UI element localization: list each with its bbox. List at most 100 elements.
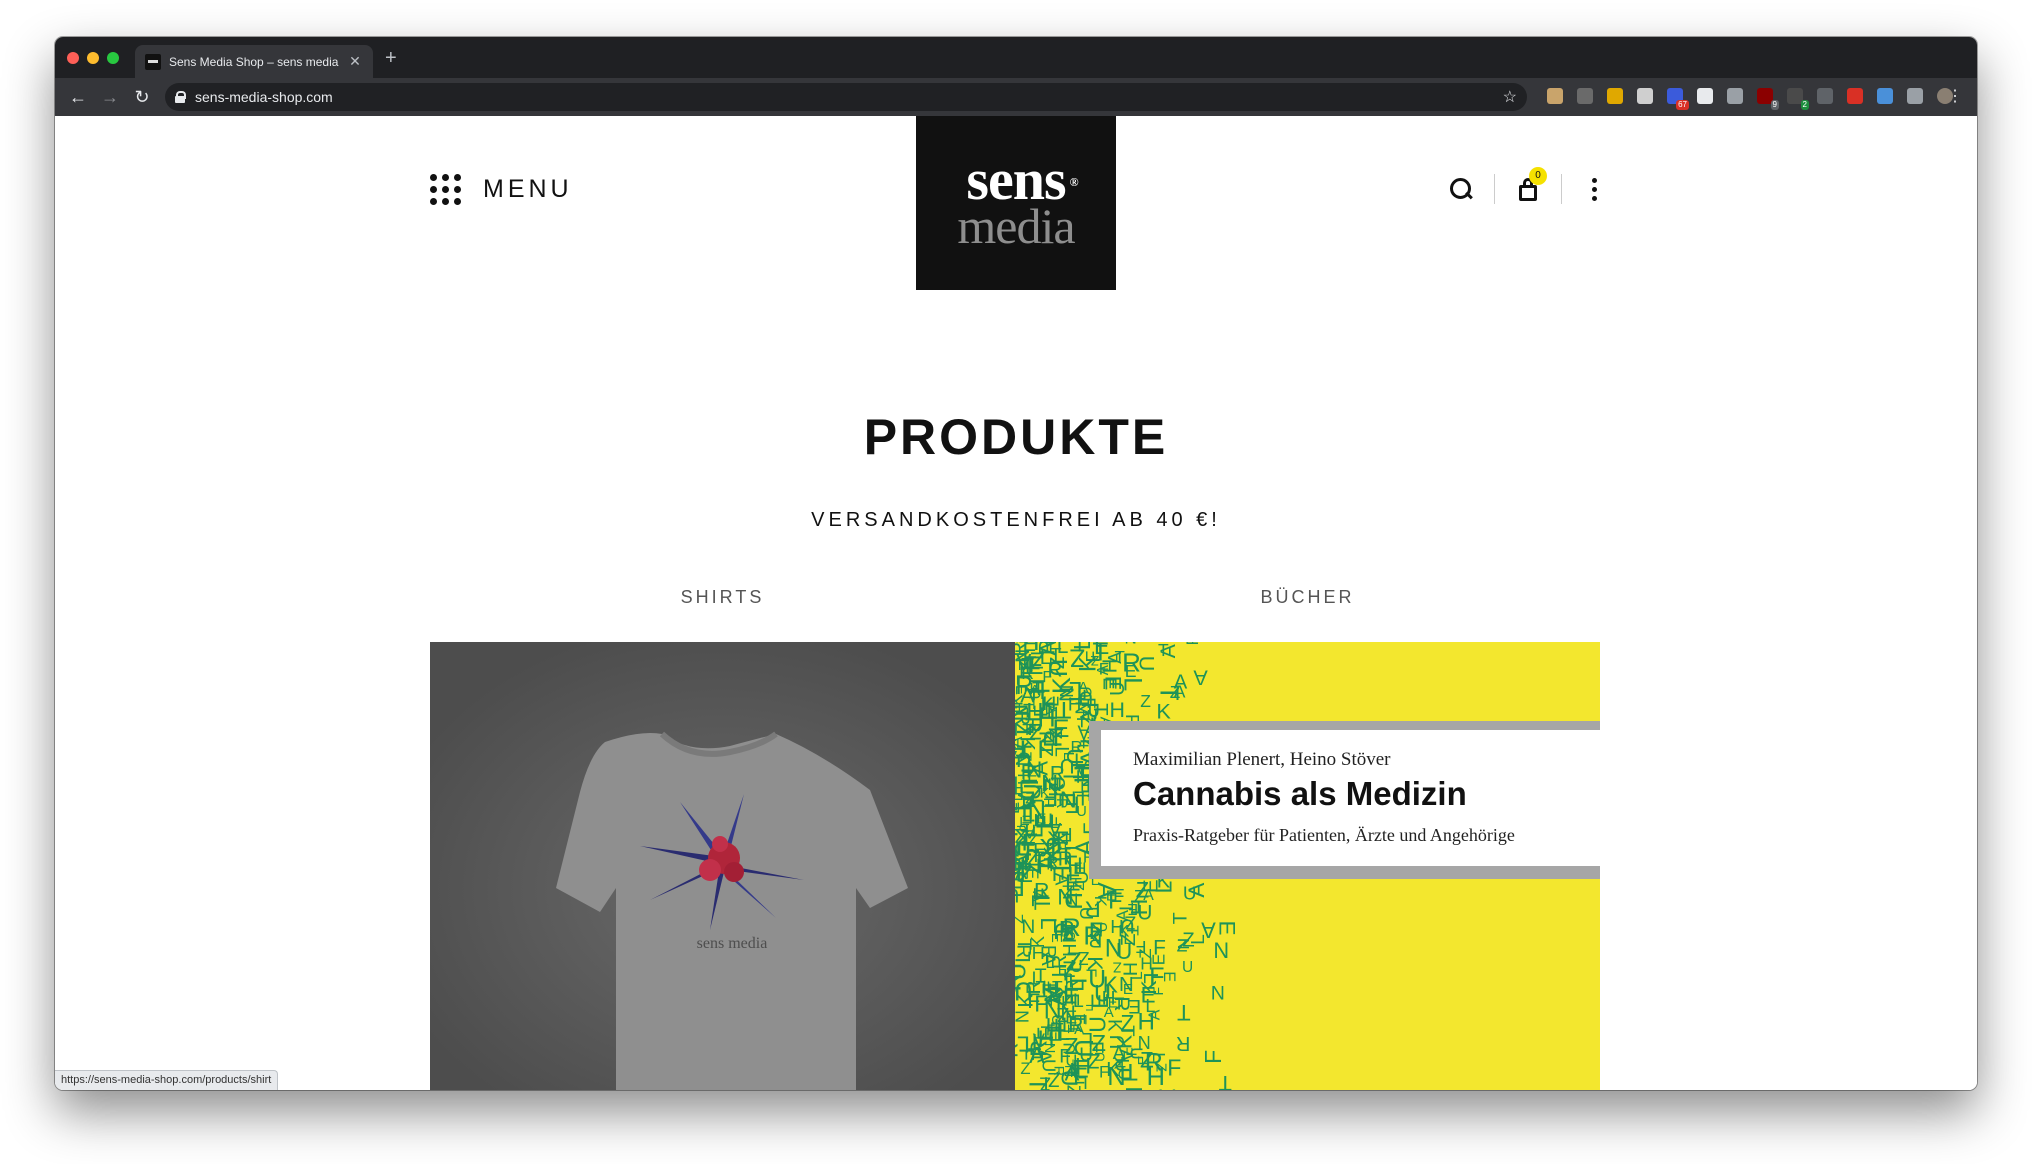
- address-bar[interactable]: sens-media-shop.com ☆: [165, 83, 1527, 111]
- letter-glyph: U: [1088, 967, 1106, 994]
- extension-11-icon[interactable]: [1847, 88, 1863, 104]
- letter-glyph: E: [1214, 921, 1239, 936]
- letter-glyph: R: [1183, 642, 1202, 645]
- product-tile-shirt[interactable]: sens media: [430, 642, 1015, 1090]
- letter-glyph: U: [1182, 959, 1193, 976]
- extension-9-icon[interactable]: 2: [1787, 88, 1809, 110]
- extension-3-icon[interactable]: [1607, 88, 1623, 104]
- letter-glyph: H: [1017, 768, 1042, 784]
- extension-1-icon[interactable]: [1547, 88, 1563, 104]
- letter-glyph: T: [1219, 1071, 1232, 1090]
- letter-glyph: E: [1015, 702, 1024, 713]
- cart-button[interactable]: 0: [1515, 167, 1547, 203]
- letter-glyph: Z: [1140, 691, 1151, 711]
- letter-glyph: R: [1145, 1049, 1163, 1077]
- letter-glyph: A: [1104, 1004, 1114, 1021]
- url-text[interactable]: sens-media-shop.com: [195, 89, 1503, 105]
- letter-glyph: U: [1120, 915, 1135, 938]
- extension-4-icon[interactable]: [1637, 88, 1653, 104]
- extension-7-icon[interactable]: [1727, 88, 1743, 104]
- divider: [1494, 174, 1495, 204]
- letter-glyph: U: [1126, 1047, 1146, 1060]
- forward-button[interactable]: →: [99, 86, 121, 108]
- extension-8-icon[interactable]: 9: [1757, 88, 1779, 110]
- letter-glyph: N: [1211, 981, 1225, 1003]
- extension-12-icon[interactable]: [1877, 88, 1893, 104]
- extension-6-icon[interactable]: [1697, 88, 1713, 104]
- letter-glyph: L: [1069, 642, 1095, 650]
- reload-button[interactable]: ↻: [131, 86, 153, 108]
- tab-title: Sens Media Shop – sens media: [169, 54, 339, 69]
- letter-glyph: A: [1037, 953, 1059, 967]
- tab-sens-media-shop[interactable]: Sens Media Shop – sens media ✕: [135, 45, 373, 78]
- letter-glyph: R: [1015, 944, 1033, 958]
- extensions-bar: 67 9 2: [1547, 88, 1953, 110]
- letter-glyph: Z: [1015, 977, 1022, 992]
- letter-glyph: E: [1070, 1014, 1090, 1026]
- letter-glyph: T: [1169, 912, 1191, 924]
- maximize-window-button[interactable]: [107, 52, 119, 64]
- letter-glyph: H: [1015, 744, 1036, 759]
- extension-13-icon[interactable]: [1907, 88, 1923, 104]
- letter-glyph: L: [1026, 893, 1053, 907]
- letter-glyph: Z: [1120, 1010, 1134, 1036]
- search-icon[interactable]: [1448, 176, 1474, 202]
- tab-close-icon[interactable]: ✕: [347, 53, 363, 70]
- new-tab-button[interactable]: +: [385, 47, 397, 69]
- letter-glyph: F: [1046, 816, 1066, 827]
- tshirt-image: sens media: [430, 642, 1015, 1090]
- letter-glyph: F: [1059, 1047, 1071, 1068]
- letter-glyph: F: [1046, 1023, 1055, 1040]
- menu-button[interactable]: MENU: [430, 174, 573, 205]
- letter-glyph: A: [1193, 665, 1208, 689]
- browser-window: Sens Media Shop – sens media ✕ + ← → ↻ s…: [55, 37, 1977, 1090]
- shirt-brand-print: sens media: [697, 935, 768, 952]
- letter-glyph: H: [1067, 852, 1082, 875]
- letter-glyph: F: [1015, 1048, 1037, 1061]
- letter-glyph: A: [1105, 651, 1125, 664]
- bookmark-star-icon[interactable]: ☆: [1503, 87, 1517, 107]
- tab-strip: Sens Media Shop – sens media ✕ +: [55, 37, 1977, 78]
- lock-icon[interactable]: [175, 91, 186, 103]
- letter-glyph: A: [1174, 672, 1188, 694]
- letter-glyph: A: [1159, 1083, 1175, 1090]
- minimize-window-button[interactable]: [87, 52, 99, 64]
- letter-glyph: Z: [1048, 833, 1072, 846]
- letter-glyph: L: [1050, 746, 1071, 757]
- extension-2-icon[interactable]: [1577, 88, 1593, 104]
- letter-glyph: K: [1156, 698, 1171, 723]
- book-authors: Maximilian Plenert, Heino Stöver: [1133, 749, 1391, 770]
- category-link-books[interactable]: BÜCHER: [1015, 587, 1600, 608]
- status-url-tooltip: https://sens-media-shop.com/products/shi…: [55, 1070, 279, 1090]
- letter-glyph: A: [1036, 642, 1061, 656]
- close-window-button[interactable]: [67, 52, 79, 64]
- letter-glyph: Z: [1136, 878, 1149, 903]
- category-link-shirts[interactable]: SHIRTS: [430, 587, 1015, 608]
- more-options-icon[interactable]: [1592, 177, 1597, 201]
- letter-glyph: R: [1015, 642, 1031, 657]
- letter-glyph: A: [1157, 644, 1180, 658]
- logo-wordmark-top: sens ®: [966, 147, 1078, 212]
- extension-10-icon[interactable]: [1817, 88, 1833, 104]
- back-button[interactable]: ←: [67, 86, 89, 108]
- letter-glyph: T: [1089, 703, 1111, 715]
- letter-glyph: U: [1116, 938, 1132, 964]
- browser-toolbar: ← → ↻ sens-media-shop.com ☆ 67 9 2 ⋮: [55, 78, 1977, 116]
- header-actions: 0: [1448, 167, 1597, 204]
- book-subtitle: Praxis-Ratgeber für Patienten, Ärzte und…: [1133, 825, 1515, 845]
- extension-5-icon[interactable]: 67: [1667, 88, 1689, 110]
- page-title: PRODUKTE: [863, 409, 1169, 465]
- letter-glyph: E: [1106, 888, 1116, 905]
- site-logo[interactable]: sens ® media: [916, 116, 1116, 290]
- browser-menu-icon[interactable]: ⋮: [1947, 86, 1963, 106]
- letter-glyph: N: [1015, 1010, 1033, 1023]
- letter-glyph: N: [1043, 1043, 1059, 1053]
- letter-glyph: U: [1015, 883, 1019, 905]
- letter-glyph: Z: [1015, 914, 1027, 924]
- book-cover-image: LERZURTKTKHATEKLZZATZLFARKUUKEKZLEZZTZEE…: [1015, 642, 1600, 1090]
- letter-glyph: T: [1177, 1000, 1191, 1025]
- letter-glyph: U: [1044, 659, 1072, 677]
- web-page: MENU sens ® media 0 PRODUKTE VERSANDKOSTE…: [55, 116, 1977, 1090]
- product-tile-book[interactable]: LERZURTKTKHATEKLZZATZLFARKUUKEKZLEZZTZEE…: [1015, 642, 1600, 1090]
- book-title: Cannabis als Medizin: [1133, 775, 1467, 812]
